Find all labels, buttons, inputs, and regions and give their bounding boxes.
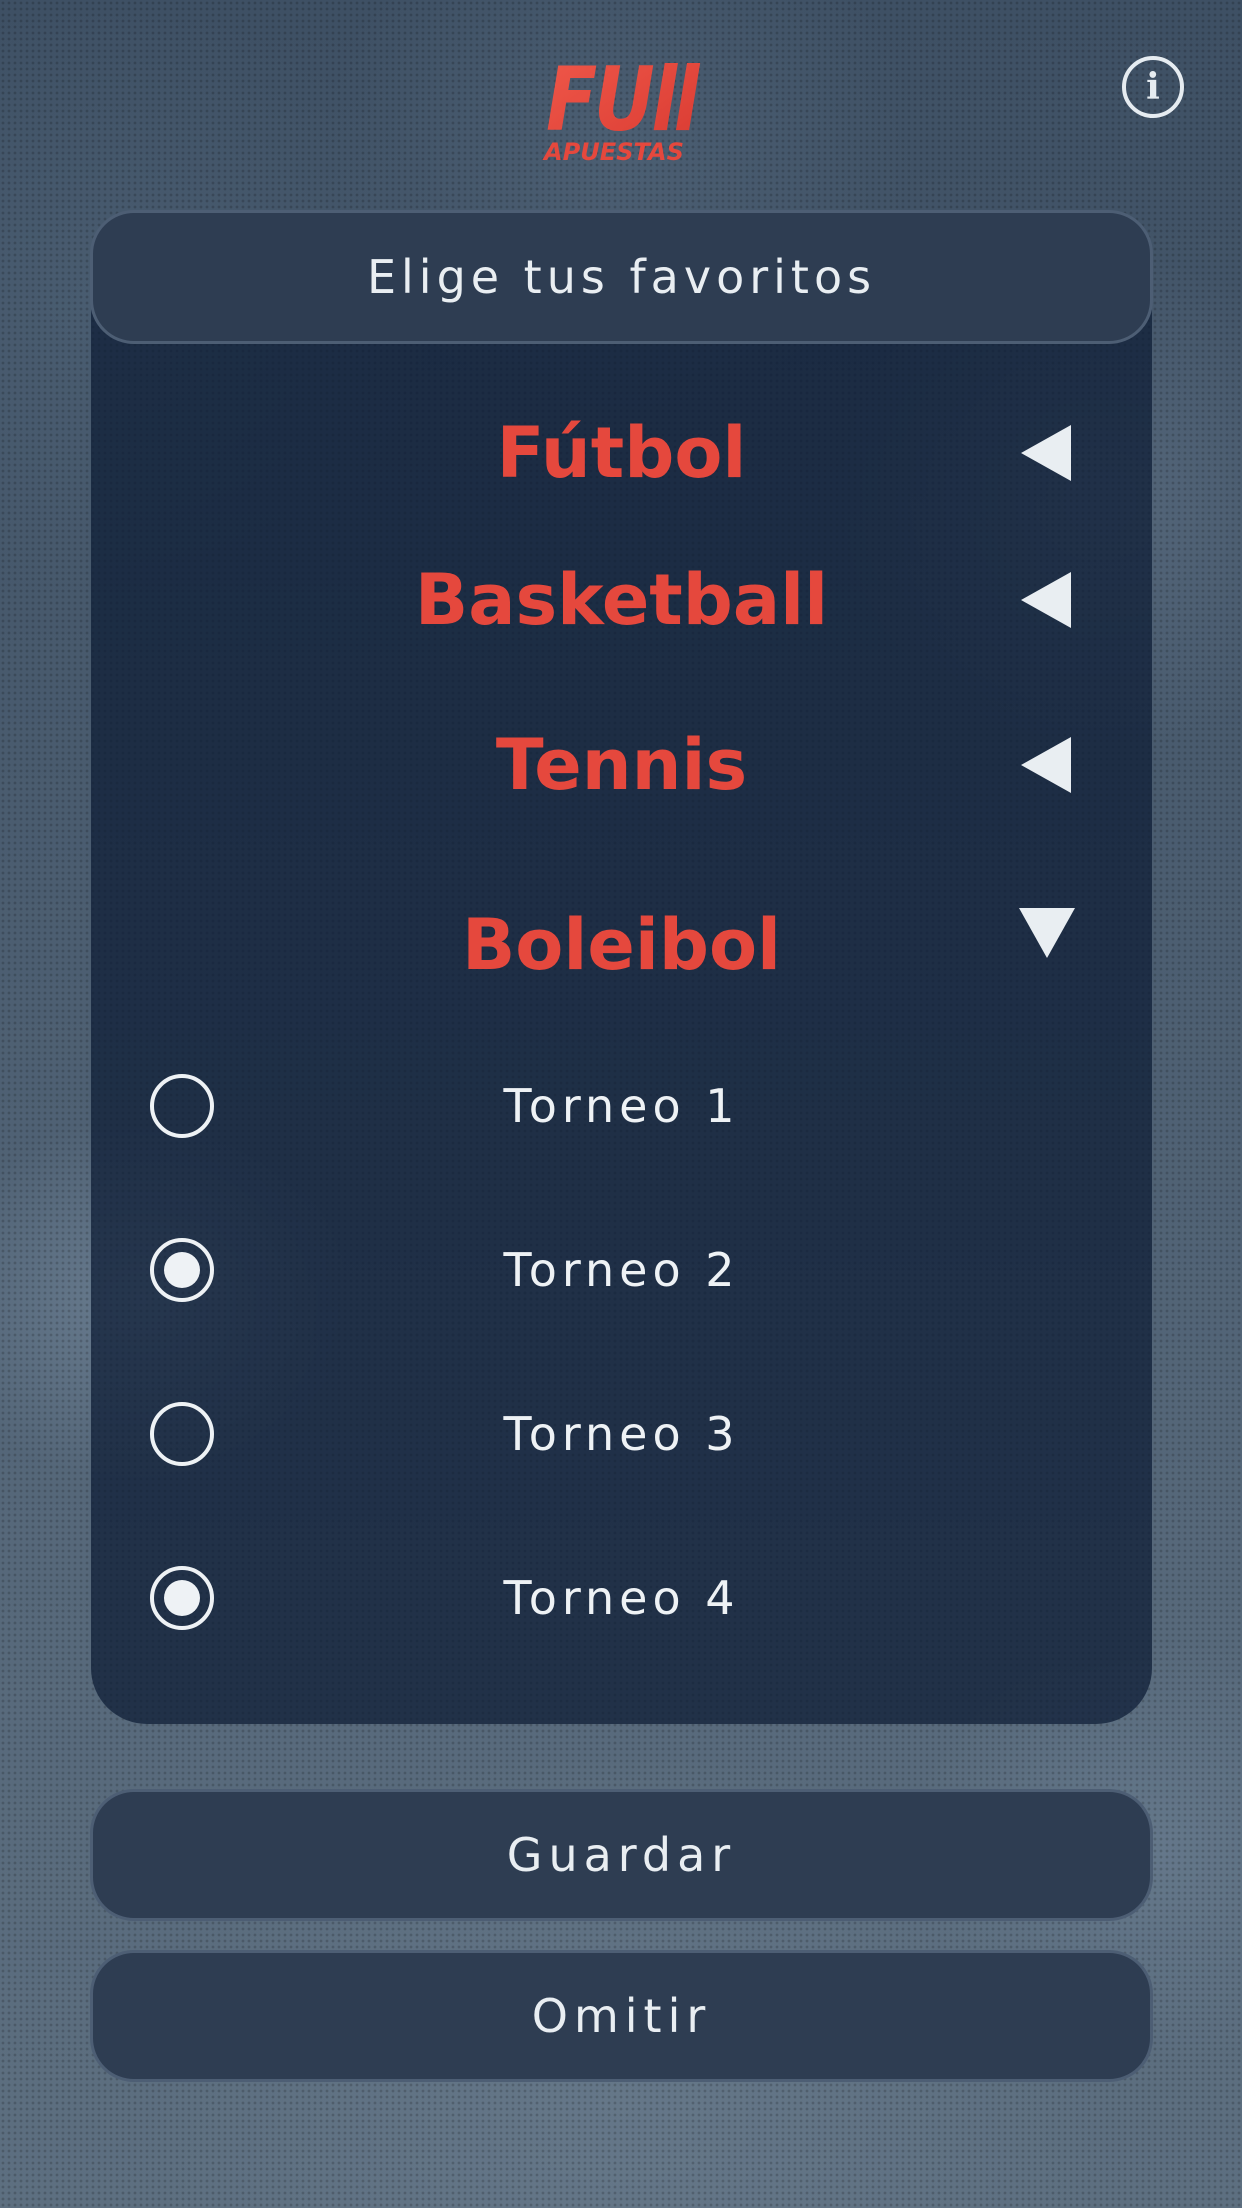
sport-item-basketball[interactable]: Basketball [91, 545, 1152, 655]
tournament-item-4[interactable]: Torneo 4 [91, 1548, 1152, 1648]
info-button[interactable]: i [1122, 56, 1184, 118]
triangle-left-icon [1021, 737, 1071, 793]
full-apuestas-logo: FUll APUESTAS [542, 48, 705, 166]
triangle-down-icon [1019, 908, 1075, 958]
sport-label: Boleibol [461, 904, 782, 986]
sport-item-boleibol[interactable]: Boleibol [91, 890, 1152, 1000]
sport-label: Fútbol [496, 412, 747, 494]
tournament-item-2[interactable]: Torneo 2 [91, 1220, 1152, 1320]
tournament-item-1[interactable]: Torneo 1 [91, 1056, 1152, 1156]
save-button[interactable]: Guardar [90, 1789, 1153, 1921]
tournament-item-3[interactable]: Torneo 3 [91, 1384, 1152, 1484]
skip-button[interactable]: Omitir [90, 1950, 1153, 2082]
card-title: Elige tus favoritos [90, 210, 1153, 344]
tournament-label: Torneo 3 [503, 1407, 740, 1461]
sport-item-tennis[interactable]: Tennis [91, 710, 1152, 820]
triangle-left-icon [1021, 572, 1071, 628]
triangle-left-icon [1021, 425, 1071, 481]
tournament-label: Torneo 4 [503, 1571, 740, 1625]
logo-text-main: FUll [546, 48, 701, 151]
sport-label: Basketball [414, 559, 829, 641]
sport-item-futbol[interactable]: Fútbol [91, 398, 1152, 508]
tournament-label: Torneo 1 [503, 1079, 740, 1133]
tournament-label: Torneo 2 [503, 1243, 740, 1297]
info-icon: i [1146, 66, 1160, 108]
sport-label: Tennis [495, 724, 748, 806]
logo-text-sub: APUESTAS [542, 138, 684, 166]
